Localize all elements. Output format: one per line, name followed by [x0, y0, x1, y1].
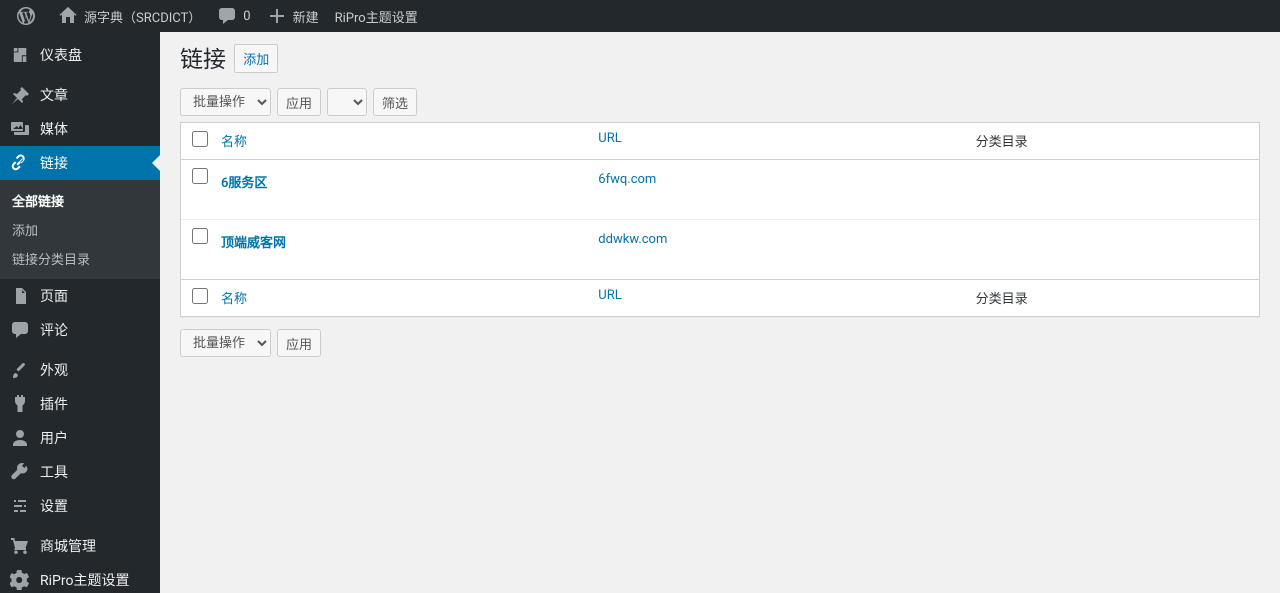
submenu-add-link[interactable]: 添加 [0, 215, 160, 244]
admin-toolbar: 源字典（SRCDICT） 0 新建 RiPro主题设置 [0, 0, 1280, 32]
new-content[interactable]: 新建 [259, 0, 327, 32]
cart-icon [10, 536, 30, 556]
filter-category-select[interactable] [327, 88, 367, 116]
admin-menu: 仪表盘 文章 媒体 链接 全部链接 添加 链接分类目录 页面 评论 外观 插件 … [0, 32, 160, 593]
col-footer-name[interactable]: 名称 [221, 292, 247, 307]
col-footer-categories: 分类目录 [966, 279, 1259, 316]
submenu-link-categories[interactable]: 链接分类目录 [0, 244, 160, 273]
sliders-icon [10, 496, 30, 516]
link-categories [966, 160, 1259, 220]
comments-icon [10, 320, 30, 340]
tablenav-top: 批量操作 应用 筛选 [180, 88, 1260, 116]
menu-dashboard[interactable]: 仪表盘 [0, 38, 160, 72]
comments-link[interactable]: 0 [209, 0, 258, 32]
select-all-top[interactable] [192, 131, 208, 147]
comment-icon [217, 6, 237, 26]
menu-users[interactable]: 用户 [0, 421, 160, 455]
filter-button[interactable]: 筛选 [373, 88, 417, 116]
plugin-icon [10, 394, 30, 414]
add-new-button[interactable]: 添加 [234, 44, 278, 73]
col-header-categories: 分类目录 [966, 123, 1259, 160]
link-icon [10, 153, 30, 173]
brush-icon [10, 360, 30, 380]
link-categories [966, 220, 1259, 279]
menu-shop[interactable]: 商城管理 [0, 529, 160, 563]
link-url[interactable]: ddwkw.com [598, 232, 667, 247]
select-all-bottom[interactable] [192, 288, 208, 304]
pin-icon [10, 85, 30, 105]
ripro-settings-link[interactable]: RiPro主题设置 [327, 0, 426, 32]
menu-settings[interactable]: 设置 [0, 489, 160, 523]
page-title: 链接 [180, 40, 226, 74]
comments-count: 0 [243, 9, 250, 24]
menu-posts[interactable]: 文章 [0, 78, 160, 112]
menu-media[interactable]: 媒体 [0, 112, 160, 146]
menu-links[interactable]: 链接 [0, 146, 160, 180]
wordpress-icon [16, 6, 36, 26]
page-icon [10, 286, 30, 306]
tablenav-bottom: 批量操作 应用 [180, 329, 1260, 357]
col-header-name[interactable]: 名称 [221, 135, 247, 150]
site-link[interactable]: 源字典（SRCDICT） [50, 0, 209, 32]
site-name: 源字典（SRCDICT） [84, 7, 201, 26]
row-checkbox[interactable] [192, 168, 208, 184]
links-table: 名称 URL 分类目录 6服务区 6fwq.com 顶端威客网 ddwkw.co… [180, 122, 1260, 317]
menu-comments[interactable]: 评论 [0, 313, 160, 347]
submenu-all-links[interactable]: 全部链接 [0, 186, 160, 215]
link-url[interactable]: 6fwq.com [598, 172, 656, 187]
user-icon [10, 428, 30, 448]
bulk-action-select-bottom[interactable]: 批量操作 [180, 329, 271, 357]
menu-appearance[interactable]: 外观 [0, 353, 160, 387]
wp-logo[interactable] [8, 0, 50, 32]
menu-pages[interactable]: 页面 [0, 279, 160, 313]
gear-icon [10, 570, 30, 590]
dashboard-icon [10, 45, 30, 65]
links-submenu: 全部链接 添加 链接分类目录 [0, 180, 160, 279]
menu-plugins[interactable]: 插件 [0, 387, 160, 421]
plus-icon [267, 6, 287, 26]
link-name[interactable]: 6服务区 [221, 176, 267, 191]
menu-ripro[interactable]: RiPro主题设置 [0, 563, 160, 593]
table-row: 顶端威客网 ddwkw.com [181, 220, 1259, 279]
home-icon [58, 6, 78, 26]
table-row: 6服务区 6fwq.com [181, 160, 1259, 220]
apply-button-bottom[interactable]: 应用 [277, 329, 321, 357]
media-icon [10, 119, 30, 139]
col-header-url[interactable]: URL [598, 131, 621, 146]
wrench-icon [10, 462, 30, 482]
menu-tools[interactable]: 工具 [0, 455, 160, 489]
content-area: 链接 添加 批量操作 应用 筛选 名称 URL 分类目录 6服务区 [160, 0, 1280, 383]
col-footer-url[interactable]: URL [598, 288, 621, 303]
bulk-action-select-top[interactable]: 批量操作 [180, 88, 271, 116]
apply-button-top[interactable]: 应用 [277, 88, 321, 116]
new-label: 新建 [293, 7, 319, 26]
row-checkbox[interactable] [192, 228, 208, 244]
link-name[interactable]: 顶端威客网 [221, 236, 286, 251]
